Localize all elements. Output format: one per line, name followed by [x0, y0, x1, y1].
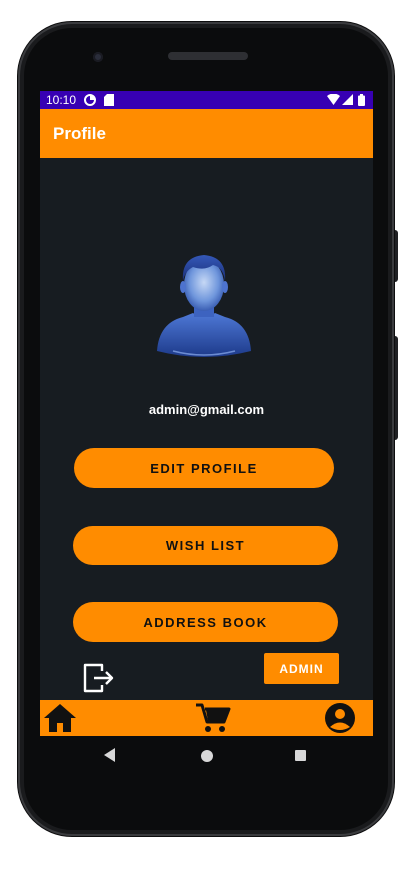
wifi-icon	[327, 94, 340, 105]
earpiece-speaker	[168, 52, 248, 60]
wish-list-button[interactable]: WISH LIST	[73, 526, 338, 565]
bottom-navigation	[40, 700, 373, 736]
home-circle-icon[interactable]	[201, 750, 213, 762]
recent-apps-icon[interactable]	[295, 750, 306, 761]
address-book-button[interactable]: ADDRESS BOOK	[73, 602, 338, 642]
account-icon[interactable]	[322, 702, 358, 734]
page-title: Profile	[53, 124, 106, 143]
battery-icon	[358, 94, 365, 106]
admin-button[interactable]: ADMIN	[264, 653, 339, 684]
back-icon[interactable]	[104, 748, 116, 762]
sd-card-icon	[104, 94, 114, 106]
user-email: admin@gmail.com	[148, 402, 265, 417]
signal-icon	[342, 94, 353, 105]
data-saver-icon	[84, 94, 96, 106]
status-time: 10:10	[46, 93, 77, 107]
app-screen: 10:10 Profile admin@gmail.com EDIT PROFI…	[40, 91, 373, 736]
system-navigation-bar	[24, 736, 390, 778]
front-camera	[93, 52, 103, 62]
user-avatar-icon	[157, 255, 251, 357]
status-bar: 10:10	[40, 91, 373, 109]
cart-icon[interactable]	[195, 702, 231, 734]
app-bar: Profile	[40, 109, 373, 158]
logout-icon[interactable]	[82, 661, 116, 695]
edit-profile-button[interactable]: EDIT PROFILE	[74, 448, 334, 488]
home-icon[interactable]	[42, 702, 78, 734]
